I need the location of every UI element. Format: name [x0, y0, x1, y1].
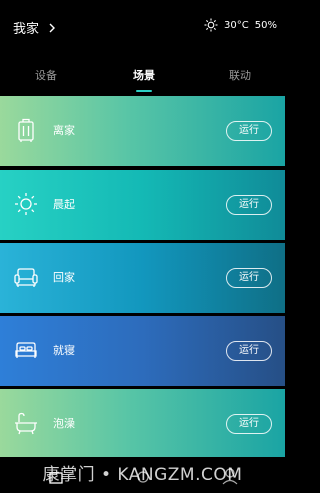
home-selector[interactable]: 我家 [13, 18, 57, 37]
scene-label: 就寝 [53, 344, 75, 357]
scene-card-morning: 晨起 运行 [0, 170, 285, 240]
humidity-value: 50% [254, 19, 277, 31]
scene-card-come-home: 回家 运行 [0, 243, 285, 313]
scene-card-bath: 泡澡 运行 [0, 389, 285, 457]
active-tab-indicator [136, 90, 152, 92]
watermark: 康掌门 • KANGZM.COM [42, 465, 243, 485]
bed-icon [15, 342, 37, 358]
tab-devices[interactable]: 设备 [16, 67, 76, 83]
weather-info: 30°C 50% [204, 18, 277, 32]
run-button[interactable]: 运行 [226, 414, 272, 434]
run-button[interactable]: 运行 [226, 195, 272, 215]
home-title: 我家 [13, 22, 40, 37]
temperature-value: 30°C [224, 19, 249, 31]
tab-linkage[interactable]: 联动 [210, 67, 270, 83]
scene-card-leave-home: 离家 运行 [0, 96, 285, 166]
scene-label: 泡澡 [53, 417, 75, 430]
luggage-icon [18, 118, 34, 142]
chevron-right-icon [49, 23, 56, 32]
run-button[interactable]: 运行 [226, 341, 272, 361]
run-button[interactable]: 运行 [226, 121, 272, 141]
scene-label: 晨起 [53, 198, 75, 211]
bathtub-icon [15, 412, 37, 435]
sun-icon [204, 18, 218, 32]
sofa-icon [14, 268, 38, 287]
scene-label: 回家 [53, 271, 75, 284]
tab-bar: 设备 场景 联动 [0, 56, 285, 92]
header: 我家 30°C 50% [0, 0, 285, 56]
scene-card-bedtime: 就寝 运行 [0, 316, 285, 386]
tab-scenes[interactable]: 场景 [114, 67, 174, 83]
run-button[interactable]: 运行 [226, 268, 272, 288]
scene-label: 离家 [53, 124, 75, 137]
sun-icon [15, 193, 37, 215]
